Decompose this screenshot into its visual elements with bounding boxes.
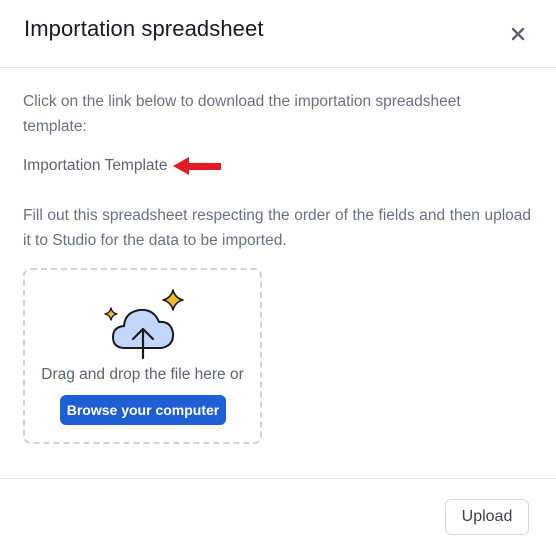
arrow-left-icon [173,156,222,175]
importation-template-link[interactable]: Importation Template [23,153,167,178]
browse-computer-button[interactable]: Browse your computer [60,395,226,425]
cloud-upload-icon [104,289,184,360]
file-dropzone[interactable]: Drag and drop the file here or Browse yo… [23,268,262,444]
footer-divider [0,478,556,479]
close-icon [511,27,525,41]
intro-text: Click on the link below to download the … [23,93,461,135]
template-row: Importation Template [23,153,222,178]
upload-button[interactable]: Upload [445,499,529,535]
dialog-title: Importation spreadsheet [24,16,264,41]
instructions-text: Fill out this spreadsheet respecting the… [23,207,531,249]
drag-drop-text: Drag and drop the file here or [41,366,244,383]
close-button[interactable] [506,22,530,46]
dialog-header: Importation spreadsheet [0,0,556,68]
